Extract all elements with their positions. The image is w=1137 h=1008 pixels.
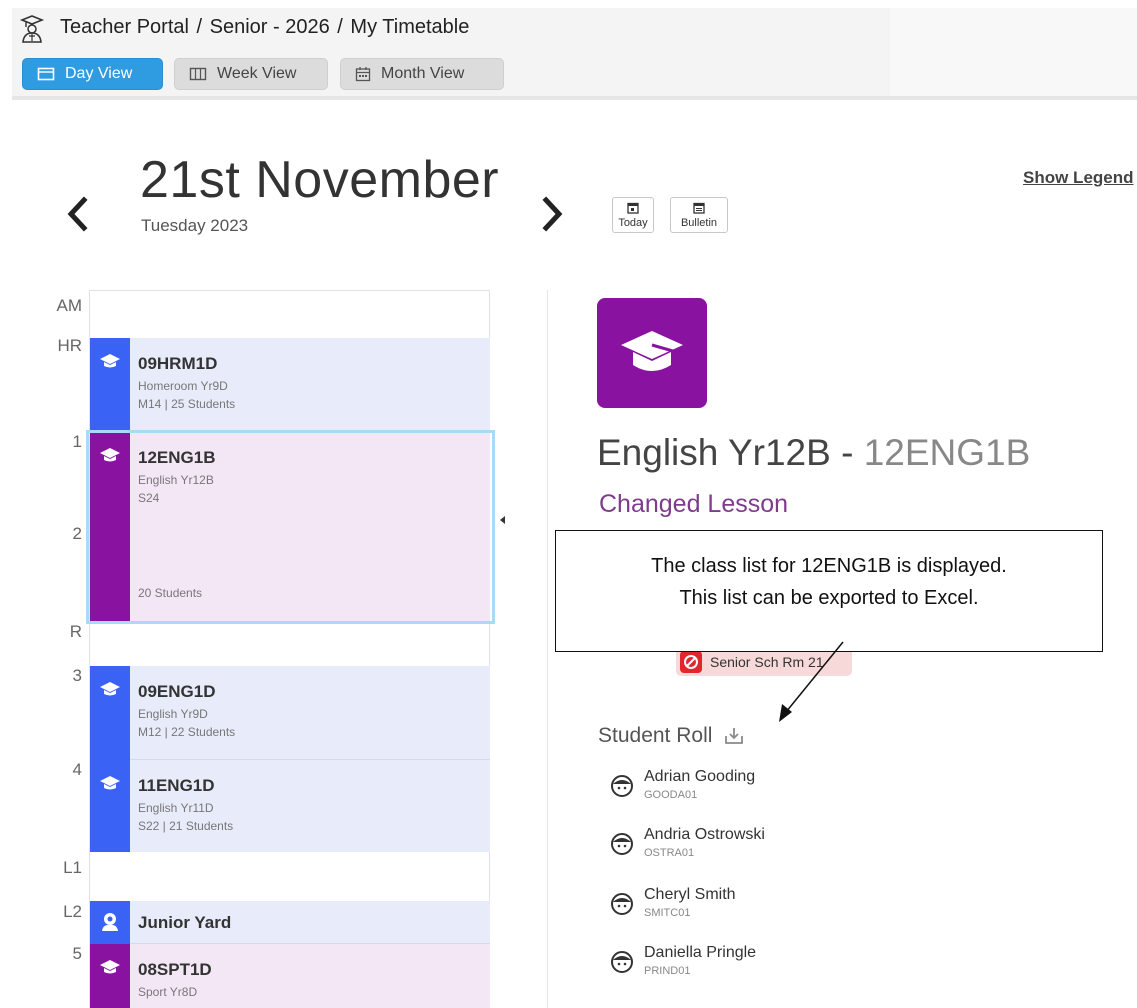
slot-room: S24 [138,491,160,505]
month-view-button[interactable]: Month View [340,58,504,90]
student-list-item[interactable]: Adrian Gooding GOODA01 [610,768,755,801]
class-title: English Yr12B - 12ENG1B [597,432,1030,474]
slot-code: 12ENG1B [138,448,216,467]
student-roll-title: Student Roll [598,724,713,747]
period-label-3: 3 [72,666,82,685]
student-name: Cheryl Smith [644,886,736,903]
student-avatar-icon [611,775,633,797]
slot-room-students: M14 | 25 Students [138,397,236,411]
student-name: Andria Ostrowski [644,826,765,843]
period-label-hr: HR [57,336,82,355]
period-label-2: 2 [72,524,82,543]
student-list-item[interactable]: Daniella Pringle PRIND01 [610,944,756,977]
month-view-label: Month View [381,65,465,82]
week-view-label: Week View [217,65,297,82]
period-label-l2: L2 [63,902,82,921]
today-calendar-icon [627,202,639,214]
breadcrumb-timetable: My Timetable [350,16,470,38]
panel-divider [547,290,548,1008]
timetable-slot-09eng1d[interactable]: 09ENG1D English Yr9D M12 | 22 Students [90,666,490,760]
timetable-slot-12eng1b[interactable]: 12ENG1B English Yr12B S24 20 Students [90,432,490,622]
week-view-button[interactable]: Week View [174,58,328,90]
annotation-callout: The class list for 12ENG1B is displayed.… [555,530,1103,652]
bulletin-label: Bulletin [680,216,718,229]
slot-code: 11ENG1D [138,776,215,795]
graduation-cap-icon [100,448,120,462]
show-legend-link[interactable]: Show Legend [1023,168,1134,188]
day-view-label: Day View [65,65,133,82]
period-label-l1: L1 [63,858,82,877]
timetable-slot-junior-yard[interactable]: Junior Yard [90,901,490,944]
current-weekday-year: Tuesday 2023 [141,216,249,235]
breadcrumb: Teacher Portal / Senior - 2026 / My Time… [60,16,470,38]
today-button[interactable]: Today [612,197,654,233]
download-icon[interactable] [724,727,744,745]
graduation-cap-icon [621,331,683,371]
student-name: Daniella Pringle [644,944,757,961]
next-day-chevron-icon[interactable] [538,190,568,238]
slot-code: Junior Yard [138,913,232,932]
student-avatar-icon [611,833,633,855]
graduation-cap-icon [100,776,120,790]
room-badge: Senior Sch Rm 21 [676,648,852,676]
header-divider [12,96,1137,100]
slot-description: Homeroom Yr9D [138,379,228,393]
student-name: Adrian Gooding [644,768,756,785]
today-label: Today [618,216,648,229]
timetable-slot-09hrm1d[interactable]: 09HRM1D Homeroom Yr9D M14 | 25 Students [90,338,490,432]
class-name: English Yr12B - [597,432,864,473]
duty-person-icon [102,913,118,931]
graduation-cap-icon [100,354,120,368]
bulletin-icon [693,202,705,214]
period-label-1: 1 [72,432,82,451]
period-label-am: AM [56,296,83,315]
calendar-icon [355,67,371,82]
slot-description: English Yr11D [138,801,214,815]
graduation-cap-icon [100,682,120,696]
bulletin-button[interactable]: Bulletin [670,197,728,233]
week-view-icon [189,67,207,81]
no-entry-icon [684,655,698,669]
slot-code: 08SPT1D [138,960,212,979]
period-label-4: 4 [72,760,82,779]
student-id: SMITC01 [644,907,691,919]
timetable-slot-11eng1d[interactable]: 11ENG1D English Yr11D S22 | 21 Students [90,760,490,852]
slot-description: English Yr9D [138,707,208,721]
student-id: GOODA01 [644,789,698,801]
slot-room-students: S22 | 21 Students [138,819,234,833]
period-label-5: 5 [72,944,82,963]
student-roll-heading: Student Roll [598,724,744,748]
day-view-icon [37,67,55,81]
callout-line-2: This list can be exported to Excel. [679,587,979,609]
breadcrumb-senior[interactable]: Senior - 2026 [210,16,330,38]
slot-description: Sport Yr8D [138,985,198,999]
day-view-button[interactable]: Day View [22,58,163,90]
room-label: Senior Sch Rm 21 [710,654,824,670]
caret-left-icon [500,516,505,524]
slot-description: English Yr12B [138,473,214,487]
student-list-item[interactable]: Andria Ostrowski OSTRA01 [610,826,765,859]
callout-line-1: The class list for 12ENG1B is displayed. [651,555,1007,577]
lesson-status: Changed Lesson [599,490,789,518]
graduation-cap-icon [100,960,120,974]
current-date: 21st November [140,151,500,209]
period-label-r: R [69,622,82,641]
class-code: 12ENG1B [863,432,1031,473]
student-avatar-icon [611,893,633,915]
slot-room-students: M12 | 22 Students [138,725,236,739]
slot-code: 09ENG1D [138,682,216,701]
slot-code: 09HRM1D [138,354,218,373]
class-type-tile [597,298,707,408]
previous-day-chevron-icon[interactable] [62,190,92,238]
slot-student-count: 20 Students [138,586,203,600]
header-bar-extension [890,8,1137,96]
portal-logo-icon [19,15,45,43]
student-id: OSTRA01 [644,847,695,859]
timetable-slot-08spt1d[interactable]: 08SPT1D Sport Yr8D [90,944,490,1008]
student-id: PRIND01 [644,965,691,977]
student-avatar-icon [611,951,633,973]
breadcrumb-portal[interactable]: Teacher Portal [60,16,189,38]
student-list-item[interactable]: Cheryl Smith SMITC01 [610,886,736,919]
